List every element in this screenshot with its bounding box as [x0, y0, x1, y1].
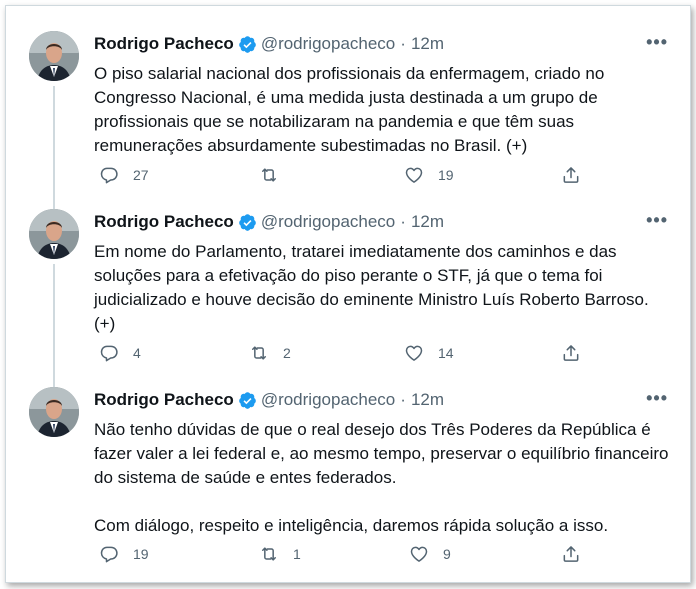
reply-icon: [100, 345, 118, 362]
verified-badge-icon: [238, 391, 257, 410]
avatar[interactable]: [29, 31, 79, 81]
more-icon[interactable]: •••: [646, 389, 668, 407]
reply-button[interactable]: 19: [99, 544, 149, 564]
like-icon: [405, 167, 423, 183]
verified-badge-icon: [238, 35, 257, 54]
tweet[interactable]: Rodrigo Pacheco @rodrigopacheco · 12m ••…: [6, 31, 690, 191]
like-count: 9: [443, 546, 451, 562]
retweet-icon: [252, 346, 266, 360]
separator: ·: [400, 212, 406, 231]
tweet-header: Rodrigo Pacheco @rodrigopacheco · 12m: [94, 33, 444, 55]
like-icon: [405, 345, 423, 361]
tweet[interactable]: Rodrigo Pacheco @rodrigopacheco · 12m ••…: [6, 209, 690, 369]
tweet-header: Rodrigo Pacheco @rodrigopacheco · 12m: [94, 389, 444, 411]
reply-button[interactable]: 4: [99, 343, 141, 363]
more-icon[interactable]: •••: [646, 211, 668, 229]
tweet-actions: 27 19: [94, 165, 594, 189]
thread-container: Rodrigo Pacheco @rodrigopacheco · 12m ••…: [5, 5, 691, 583]
verified-badge-icon: [238, 213, 257, 232]
tweet-text: O piso salarial nacional dos profissiona…: [94, 64, 605, 155]
reply-icon: [100, 546, 118, 563]
share-icon: [563, 167, 579, 183]
reply-count: 27: [133, 167, 149, 183]
timestamp[interactable]: 12m: [411, 389, 444, 411]
retweet-count: 1: [293, 546, 301, 562]
tweet[interactable]: Rodrigo Pacheco @rodrigopacheco · 12m ••…: [6, 387, 690, 577]
like-button[interactable]: 14: [404, 343, 454, 363]
tweet-header: Rodrigo Pacheco @rodrigopacheco · 12m: [94, 211, 444, 233]
share-icon: [563, 345, 579, 361]
avatar[interactable]: [29, 209, 79, 259]
reply-button[interactable]: 27: [99, 165, 149, 185]
retweet-icon: [262, 547, 276, 561]
like-button[interactable]: 9: [409, 544, 451, 564]
timestamp[interactable]: 12m: [411, 211, 444, 233]
tweet-text: Em nome do Parlamento, tratarei imediata…: [94, 242, 649, 333]
retweet-button[interactable]: 1: [259, 544, 301, 564]
avatar[interactable]: [29, 387, 79, 437]
share-button[interactable]: [561, 544, 581, 564]
reply-count: 4: [133, 345, 141, 361]
share-button[interactable]: [561, 343, 581, 363]
like-icon: [410, 546, 428, 562]
like-count: 19: [438, 167, 454, 183]
author-handle[interactable]: @rodrigopacheco: [261, 33, 395, 55]
author-name[interactable]: Rodrigo Pacheco: [94, 33, 234, 55]
retweet-button[interactable]: 2: [249, 343, 291, 363]
retweet-icon: [262, 168, 276, 182]
author-handle[interactable]: @rodrigopacheco: [261, 389, 395, 411]
author-name[interactable]: Rodrigo Pacheco: [94, 389, 234, 411]
tweet-actions: 19 1 9: [94, 544, 594, 568]
retweet-count: 2: [283, 345, 291, 361]
share-button[interactable]: [561, 165, 581, 185]
author-name[interactable]: Rodrigo Pacheco: [94, 211, 234, 233]
separator: ·: [400, 34, 406, 53]
more-icon[interactable]: •••: [646, 33, 668, 51]
tweet-text: Não tenho dúvidas de que o real desejo d…: [94, 420, 669, 535]
share-icon: [563, 546, 579, 562]
like-button[interactable]: 19: [404, 165, 454, 185]
like-count: 14: [438, 345, 454, 361]
separator: ·: [400, 390, 406, 409]
author-handle[interactable]: @rodrigopacheco: [261, 211, 395, 233]
retweet-button[interactable]: [259, 165, 293, 185]
reply-count: 19: [133, 546, 149, 562]
reply-icon: [100, 167, 118, 184]
timestamp[interactable]: 12m: [411, 33, 444, 55]
tweet-actions: 4 2 14: [94, 343, 594, 367]
